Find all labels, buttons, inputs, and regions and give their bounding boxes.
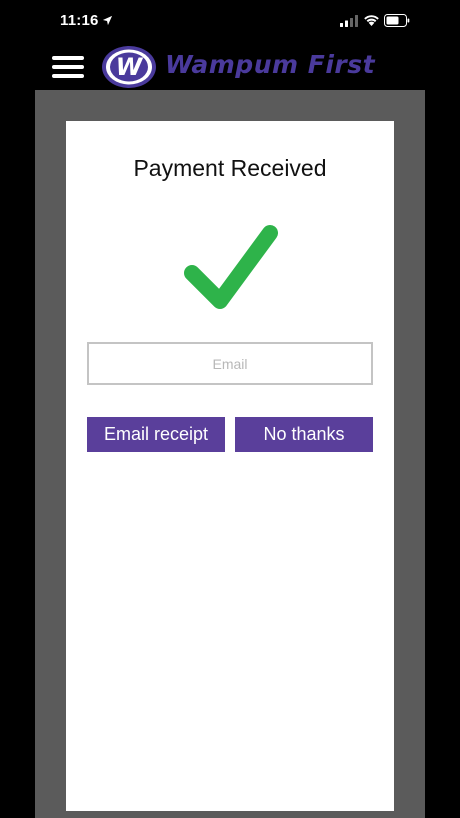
hamburger-menu-icon[interactable] [52, 56, 84, 78]
receipt-card: Payment Received Email receipt No thanks [66, 121, 394, 811]
location-arrow-icon [102, 15, 113, 26]
status-time: 11:16 [60, 12, 99, 29]
wifi-icon [364, 15, 379, 26]
battery-icon [384, 14, 410, 27]
cellular-signal-icon [340, 15, 358, 27]
no-thanks-button[interactable]: No thanks [235, 417, 373, 452]
page-title: Payment Received [133, 155, 327, 181]
brand-name: Wampum First [165, 50, 376, 79]
app-header: W Wampum First [0, 44, 460, 90]
status-bar: 11:16 [0, 0, 460, 44]
wampum-logo-icon: W [102, 46, 156, 88]
checkmark-icon [184, 225, 278, 309]
email-receipt-button[interactable]: Email receipt [87, 417, 225, 452]
logo-letter: W [116, 53, 144, 81]
email-input[interactable] [87, 342, 373, 385]
